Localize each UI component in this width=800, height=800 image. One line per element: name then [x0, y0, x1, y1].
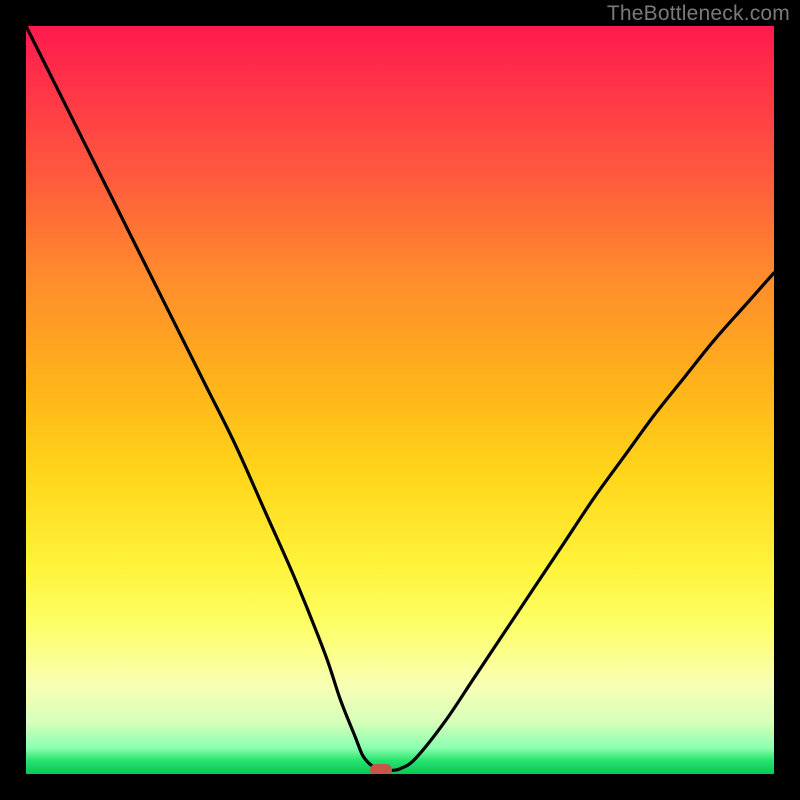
bottleneck-curve [26, 26, 774, 774]
minimum-marker [370, 764, 392, 774]
plot-area [26, 26, 774, 774]
chart-frame: TheBottleneck.com [0, 0, 800, 800]
watermark-text: TheBottleneck.com [607, 2, 790, 26]
